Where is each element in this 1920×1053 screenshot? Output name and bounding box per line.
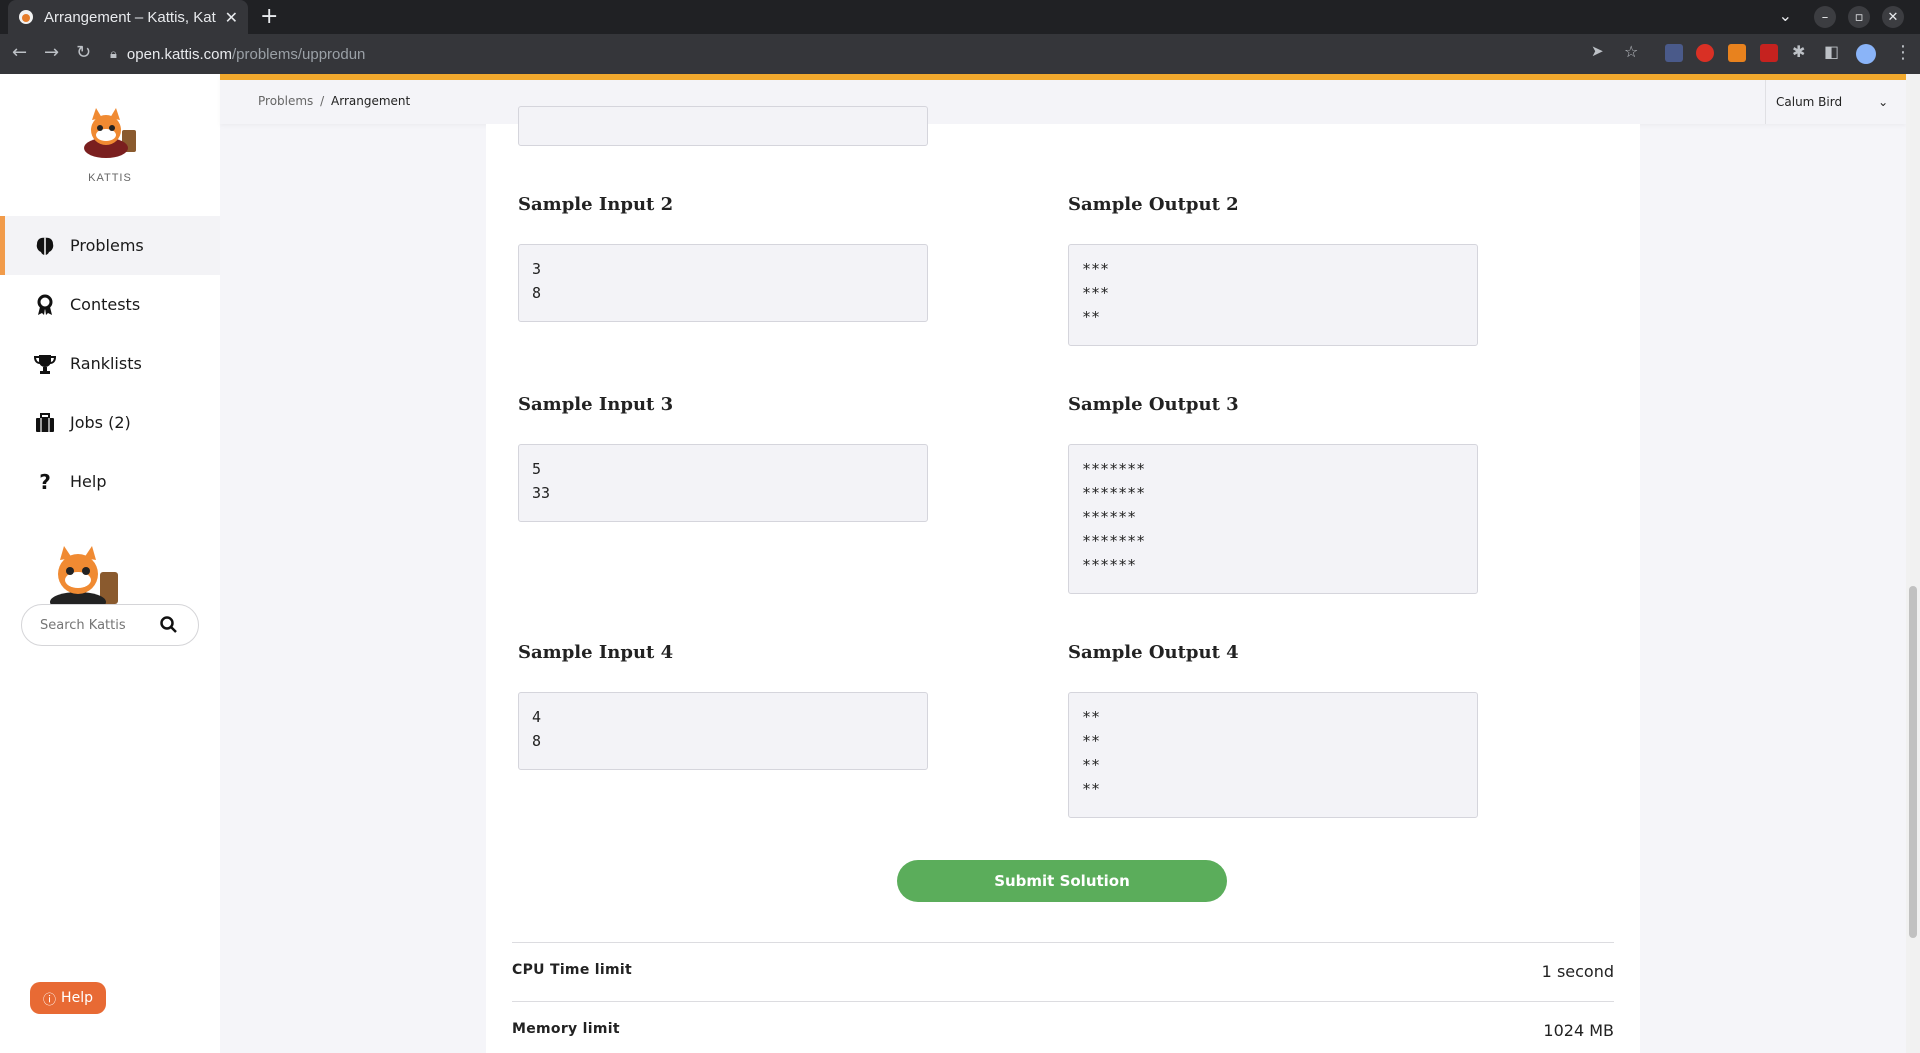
breadcrumb-separator: / bbox=[320, 94, 325, 108]
sidebar-item-label: Contests bbox=[70, 295, 141, 314]
kattis-favicon-icon bbox=[19, 10, 33, 24]
briefcase-icon bbox=[34, 412, 56, 434]
close-window-icon[interactable]: ✕ bbox=[1882, 6, 1904, 28]
minimize-icon[interactable]: – bbox=[1814, 6, 1836, 28]
search-icon[interactable] bbox=[160, 616, 178, 634]
sample-output-box[interactable]: *** *** ** bbox=[1068, 244, 1478, 346]
sample-input-box[interactable]: 5 33 bbox=[518, 444, 928, 522]
side-panel-icon[interactable]: ◧ bbox=[1824, 42, 1839, 61]
sidebar-item-label: Problems bbox=[70, 236, 144, 255]
bookmark-star-icon[interactable]: ☆ bbox=[1624, 42, 1638, 61]
search-box[interactable] bbox=[21, 604, 199, 646]
sample-output-title: Sample Output 2 bbox=[1068, 194, 1239, 215]
logo-text: KATTIS bbox=[88, 172, 132, 184]
cpu-time-limit-value: 1 second bbox=[1541, 962, 1614, 981]
help-button-label: Help bbox=[61, 990, 93, 1006]
sidebar-item-label: Jobs (2) bbox=[70, 413, 131, 432]
kattis-mascot-icon bbox=[50, 546, 118, 608]
sidebar-nav: Problems Contests Ranklists Jobs (2) ? H… bbox=[0, 216, 220, 511]
browser-tab[interactable]: Arrangement – Kattis, Kat ✕ bbox=[8, 0, 248, 34]
new-tab-button[interactable]: + bbox=[260, 4, 278, 29]
extension-book-icon[interactable] bbox=[1760, 44, 1778, 62]
top-header: Problems / Arrangement Calum Bird ⌄ bbox=[220, 74, 1906, 124]
scrollbar-thumb[interactable] bbox=[1909, 586, 1917, 938]
sample-input-title: Sample Input 3 bbox=[518, 394, 674, 415]
award-icon bbox=[34, 294, 56, 316]
extensions-puzzle-icon[interactable]: ✱ bbox=[1792, 42, 1805, 61]
menu-icon[interactable]: ⋮ bbox=[1894, 42, 1912, 63]
sidebar-item-label: Ranklists bbox=[70, 354, 142, 373]
divider bbox=[512, 942, 1614, 943]
extension-red-icon[interactable] bbox=[1696, 44, 1714, 62]
sample-input-title: Sample Input 4 bbox=[518, 642, 674, 663]
sample-output-box[interactable]: ** ** ** ** bbox=[1068, 692, 1478, 818]
address-bar[interactable]: 🔒︎ open.kattis.com/problems/upprodun bbox=[110, 39, 1580, 69]
help-button[interactable]: ⓘ Help bbox=[30, 982, 106, 1014]
send-icon[interactable]: ➤ bbox=[1591, 42, 1604, 60]
question-icon: ? bbox=[39, 469, 51, 494]
breadcrumb-problems-link[interactable]: Problems bbox=[258, 94, 313, 108]
sidebar-item-ranklists[interactable]: Ranklists bbox=[0, 334, 220, 393]
help-circle-icon: ⓘ bbox=[43, 992, 57, 1008]
restore-icon[interactable]: ▫ bbox=[1848, 6, 1870, 28]
sample-output-box[interactable]: ******* ******* ****** ******* ****** bbox=[1068, 444, 1478, 594]
sample-input-title: Sample Input 2 bbox=[518, 194, 674, 215]
sample-output-box-previous[interactable] bbox=[518, 106, 928, 146]
sidebar-item-problems[interactable]: Problems bbox=[0, 216, 220, 275]
metamask-icon[interactable] bbox=[1728, 44, 1746, 62]
profile-avatar-icon[interactable] bbox=[1856, 44, 1876, 64]
sample-output-title: Sample Output 3 bbox=[1068, 394, 1239, 415]
submit-solution-button[interactable]: Submit Solution bbox=[897, 860, 1227, 902]
sidebar-item-label: Help bbox=[70, 472, 107, 491]
breadcrumb-current: Arrangement bbox=[331, 94, 411, 108]
tab-close-icon[interactable]: ✕ bbox=[225, 8, 238, 27]
search-input[interactable] bbox=[40, 617, 160, 633]
user-menu[interactable]: Calum Bird ⌄ bbox=[1765, 80, 1888, 124]
reload-icon[interactable]: ↻ bbox=[76, 42, 91, 63]
cpu-time-limit-label: CPU Time limit bbox=[512, 962, 632, 978]
sidebar-item-contests[interactable]: Contests bbox=[0, 275, 220, 334]
user-name: Calum Bird bbox=[1776, 95, 1843, 109]
back-icon[interactable]: ← bbox=[12, 42, 27, 63]
sidebar-item-jobs[interactable]: Jobs (2) bbox=[0, 393, 220, 452]
lock-icon: 🔒︎ bbox=[110, 46, 117, 61]
sidebar-item-help[interactable]: ? Help bbox=[0, 452, 220, 511]
page-scrollbar[interactable] bbox=[1906, 74, 1920, 1053]
brain-icon bbox=[34, 235, 56, 257]
forward-icon[interactable]: → bbox=[44, 42, 59, 63]
sample-output-title: Sample Output 4 bbox=[1068, 642, 1239, 663]
memory-limit-label: Memory limit bbox=[512, 1021, 620, 1037]
extension-dots-icon[interactable] bbox=[1665, 44, 1683, 62]
breadcrumb: Problems / Arrangement bbox=[258, 94, 410, 108]
sample-input-box[interactable]: 4 8 bbox=[518, 692, 928, 770]
divider bbox=[512, 1001, 1614, 1002]
chevron-down-icon: ⌄ bbox=[1878, 95, 1889, 109]
tab-title: Arrangement – Kattis, Kat bbox=[44, 8, 216, 26]
browser-toolbar: ← → ↻ 🔒︎ open.kattis.com/problems/upprod… bbox=[0, 34, 1920, 74]
tab-search-icon[interactable]: ⌄ bbox=[1779, 6, 1792, 25]
url-path: /problems/upprodun bbox=[231, 45, 366, 63]
browser-tabbar: Arrangement – Kattis, Kat ✕ + ⌄ – ▫ ✕ bbox=[0, 0, 1920, 34]
sample-input-box[interactable]: 3 8 bbox=[518, 244, 928, 322]
url-host: open.kattis.com bbox=[126, 45, 232, 63]
trophy-icon bbox=[34, 353, 56, 375]
memory-limit-value: 1024 MB bbox=[1543, 1021, 1614, 1040]
kattis-logo-icon[interactable] bbox=[78, 108, 142, 158]
sidebar: KATTIS Problems Contests Ranklists Jobs … bbox=[0, 74, 220, 1053]
